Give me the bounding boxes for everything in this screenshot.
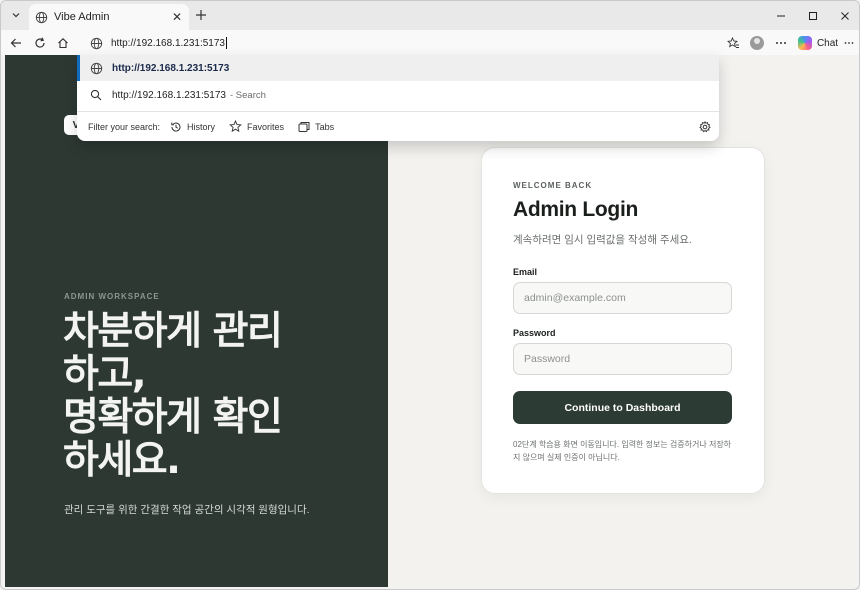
- login-notice: 02단계 학습용 화면 이동입니다. 입력한 정보는 검증하거나 저장하지 않으…: [513, 440, 732, 462]
- continue-button[interactable]: Continue to Dashboard: [513, 391, 732, 424]
- refresh-button[interactable]: [30, 33, 50, 53]
- filter-tabs[interactable]: Tabs: [298, 121, 334, 133]
- history-icon: [171, 122, 181, 132]
- login-heading: Admin Login: [513, 198, 639, 221]
- close-window-button[interactable]: [829, 1, 859, 30]
- globe-icon: [90, 37, 103, 49]
- login-card: WELCOME BACK Admin Login 계속하려면 임시 입력값을 작…: [481, 147, 765, 494]
- refresh-icon: [35, 37, 45, 48]
- copilot-chat-button[interactable]: Chat: [797, 33, 839, 53]
- tab-strip: Vibe Admin ✕: [1, 1, 859, 30]
- hero-title: 차분하게 관리 하고, 명확하게 확인 하세요.: [63, 310, 363, 482]
- suggestion-url[interactable]: http://192.168.1.231:5173: [77, 55, 719, 81]
- browser-window: Vibe Admin ✕ http://192.168.1.231:5173 C…: [0, 0, 860, 590]
- chevron-down-icon: [12, 13, 20, 18]
- hero-subtitle: 관리 도구를 위한 간결한 작업 공간의 시각적 원형입니다.: [64, 504, 310, 516]
- hero-title-line: 명확하게 확인: [63, 395, 283, 440]
- chat-label: Chat: [816, 37, 839, 49]
- browser-tab[interactable]: Vibe Admin ✕: [29, 4, 189, 30]
- more-dots-icon: [776, 42, 786, 44]
- search-icon: [89, 88, 103, 102]
- back-button[interactable]: [6, 33, 26, 53]
- settings-menu-button[interactable]: [841, 33, 857, 53]
- plus-icon: [196, 10, 206, 20]
- hero-title-line: 하고,: [63, 352, 147, 397]
- address-input[interactable]: http://192.168.1.231:5173: [111, 38, 225, 49]
- address-bar[interactable]: http://192.168.1.231:5173: [85, 32, 719, 54]
- tab-title: Vibe Admin: [54, 11, 110, 23]
- email-field[interactable]: [524, 283, 731, 313]
- minimize-icon: [777, 15, 785, 16]
- new-tab-button[interactable]: [192, 6, 210, 24]
- filter-tabs-label: Tabs: [315, 121, 335, 132]
- close-icon: [841, 11, 849, 20]
- arrow-left-icon: [10, 38, 21, 48]
- more-tools-button[interactable]: [771, 33, 791, 53]
- search-filters: Filter your search: History Favorites Ta…: [77, 112, 719, 141]
- email-field-wrapper: [513, 282, 732, 314]
- favorites-button[interactable]: [723, 33, 743, 53]
- suggestion-search[interactable]: http://192.168.1.231:5173 - Search: [77, 82, 719, 108]
- star-list-icon: [726, 36, 739, 48]
- login-description: 계속하려면 임시 입력값을 작성해 주세요.: [513, 234, 692, 246]
- filter-history[interactable]: History: [170, 121, 215, 133]
- minimize-button[interactable]: [765, 1, 797, 30]
- close-tab-icon[interactable]: ✕: [169, 9, 185, 25]
- home-button[interactable]: [53, 33, 73, 53]
- profile-button[interactable]: [747, 33, 767, 53]
- gear-icon: [699, 121, 711, 133]
- hero-kicker: ADMIN WORKSPACE: [64, 292, 160, 301]
- filter-favorites-label: Favorites: [247, 121, 285, 132]
- omnibox-dropdown: http://192.168.1.231:5173 http://192.168…: [77, 55, 719, 141]
- hero-title-line: 차분하게 관리: [63, 309, 283, 354]
- password-label: Password: [513, 328, 556, 338]
- globe-icon: [35, 11, 48, 23]
- star-icon: [229, 120, 242, 133]
- suggestion-text: http://192.168.1.231:5173: [112, 89, 226, 101]
- suggestion-hint: - Search: [230, 89, 266, 101]
- globe-icon: [89, 61, 103, 75]
- suggestion-text: http://192.168.1.231:5173: [112, 62, 230, 74]
- tab-actions-button[interactable]: [7, 6, 25, 24]
- text-caret: [226, 37, 227, 49]
- tabs-icon: [298, 121, 310, 132]
- search-settings-button[interactable]: [698, 120, 712, 134]
- filter-favorites[interactable]: Favorites: [229, 120, 284, 133]
- more-dots-icon: [844, 42, 854, 44]
- password-field-wrapper: [513, 343, 732, 375]
- email-label: Email: [513, 267, 538, 277]
- filter-label: Filter your search:: [88, 121, 161, 132]
- avatar: [750, 36, 764, 50]
- maximize-icon: [809, 11, 817, 20]
- home-icon: [58, 38, 68, 49]
- copilot-icon: [797, 36, 812, 50]
- browser-toolbar: http://192.168.1.231:5173 Chat: [1, 30, 859, 55]
- hero-title-line: 하세요.: [63, 438, 181, 483]
- password-field[interactable]: [524, 344, 731, 374]
- filter-history-label: History: [187, 121, 216, 132]
- login-kicker: WELCOME BACK: [513, 181, 593, 190]
- maximize-button[interactable]: [797, 1, 829, 30]
